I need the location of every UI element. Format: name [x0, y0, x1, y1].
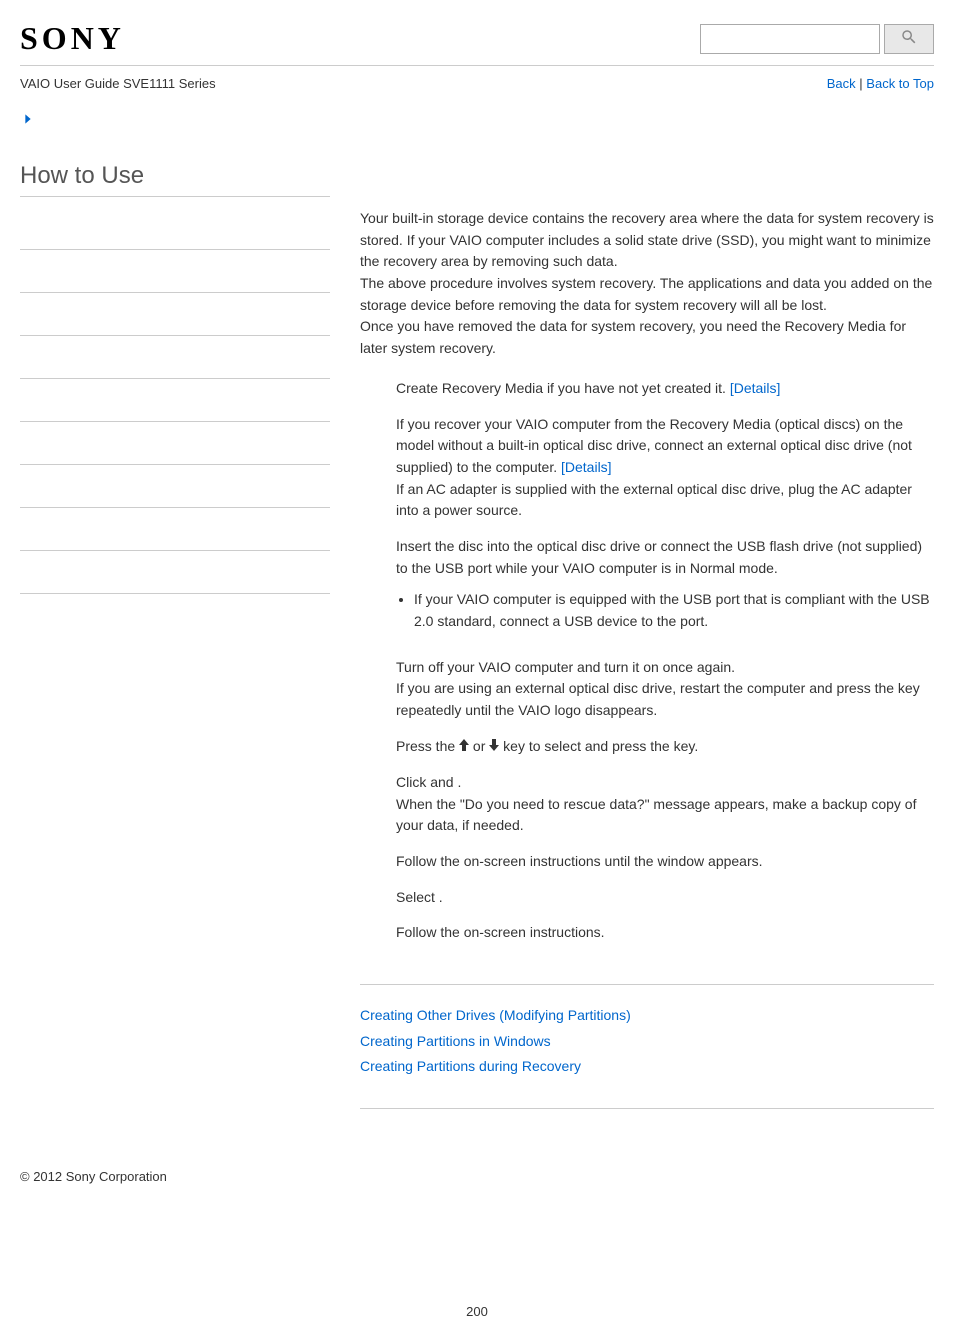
step-text: Follow the on-screen instructions until …	[396, 853, 763, 869]
back-to-top-link[interactable]: Back to Top	[866, 76, 934, 91]
sidebar: How to Use	[20, 162, 330, 594]
separator-line	[360, 1108, 934, 1109]
note-item: If your VAIO computer is equipped with t…	[414, 589, 934, 632]
separator-line	[360, 984, 934, 985]
step-2: If you recover your VAIO computer from t…	[360, 410, 934, 532]
sidebar-item[interactable]	[20, 422, 330, 465]
sidebar-item[interactable]	[20, 379, 330, 422]
back-link[interactable]: Back	[827, 76, 856, 91]
step-text: Create Recovery Media if you have not ye…	[396, 380, 730, 396]
sidebar-item[interactable]	[20, 207, 330, 250]
search-input[interactable]	[700, 24, 880, 54]
step-text: Follow the on-screen instructions.	[396, 924, 605, 940]
intro-p2: The above procedure involves system reco…	[360, 273, 934, 316]
arrow-up-icon	[459, 736, 469, 758]
search-area	[700, 24, 934, 54]
sidebar-item[interactable]	[20, 336, 330, 379]
sidebar-item[interactable]	[20, 508, 330, 551]
sidebar-title: How to Use	[20, 162, 330, 197]
step-text: Press the	[396, 738, 459, 754]
related-link[interactable]: Creating Partitions in Windows	[360, 1031, 934, 1053]
copyright: © 2012 Sony Corporation	[20, 1169, 934, 1184]
intro-p1: Your built-in storage device contains th…	[360, 208, 934, 273]
step-text: If an AC adapter is supplied with the ex…	[396, 481, 912, 519]
step-text: If you are using an external optical dis…	[396, 680, 920, 718]
sub-bar: VAIO User Guide SVE1111 Series Back | Ba…	[20, 66, 934, 111]
details-link[interactable]: [Details]	[730, 380, 781, 396]
sidebar-item[interactable]	[20, 551, 330, 594]
step-text: Select .	[396, 889, 443, 905]
step-text: or	[469, 738, 489, 754]
step-6: Click and . When the "Do you need to res…	[360, 768, 934, 847]
sidebar-item[interactable]	[20, 465, 330, 508]
step-8: Select .	[360, 883, 934, 919]
step-text: Insert the disc into the optical disc dr…	[396, 538, 922, 576]
intro-p3: Once you have removed the data for syste…	[360, 316, 934, 359]
step-9: Follow the on-screen instructions.	[360, 918, 934, 954]
chevron-right-icon	[20, 111, 36, 132]
step-text: If you recover your VAIO computer from t…	[396, 416, 912, 475]
main-content: Your built-in storage device contains th…	[330, 162, 934, 1129]
intro-text: Your built-in storage device contains th…	[360, 208, 934, 360]
related-link[interactable]: Creating Partitions during Recovery	[360, 1056, 934, 1078]
step-5: Press the or key to select and press the…	[360, 732, 934, 768]
search-button[interactable]	[884, 24, 934, 54]
guide-title: VAIO User Guide SVE1111 Series	[20, 76, 216, 91]
nav-links: Back | Back to Top	[827, 76, 934, 91]
arrow-down-icon	[489, 736, 499, 758]
search-icon	[900, 28, 918, 49]
step-text: Click and .	[396, 774, 461, 790]
sidebar-item[interactable]	[20, 250, 330, 293]
page-number: 200	[20, 1304, 934, 1319]
related-links: Creating Other Drives (Modifying Partiti…	[360, 1005, 934, 1078]
details-link[interactable]: [Details]	[561, 459, 612, 475]
step-text: When the "Do you need to rescue data?" m…	[396, 796, 916, 834]
step-4: Turn off your VAIO computer and turn it …	[360, 653, 934, 732]
step-text: key to select and press the key.	[499, 738, 698, 754]
sidebar-item[interactable]	[20, 293, 330, 336]
step-1: Create Recovery Media if you have not ye…	[360, 374, 934, 410]
top-bar: SONY	[20, 20, 934, 66]
related-link[interactable]: Creating Other Drives (Modifying Partiti…	[360, 1005, 934, 1027]
step-7: Follow the on-screen instructions until …	[360, 847, 934, 883]
step-text: Turn off your VAIO computer and turn it …	[396, 659, 735, 675]
sony-logo: SONY	[20, 20, 125, 57]
step-3: Insert the disc into the optical disc dr…	[360, 532, 934, 653]
